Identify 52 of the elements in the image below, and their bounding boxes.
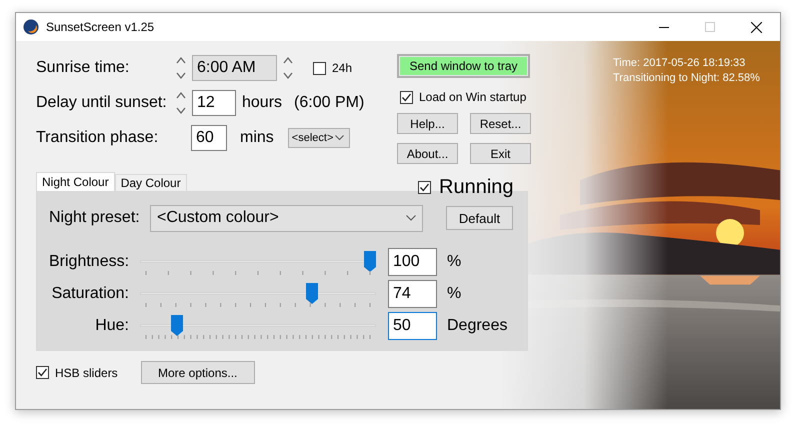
field-label: Delay until sunset: xyxy=(36,94,168,112)
slider-value-field[interactable]: 50 xyxy=(388,312,437,340)
slider-value-field[interactable]: 74 xyxy=(388,280,437,308)
delay-field[interactable]: 12 xyxy=(192,90,236,116)
unit-label: mins xyxy=(240,129,274,147)
spinner-arrows-icon[interactable] xyxy=(176,91,186,115)
send-to-tray-button[interactable]: Send window to tray xyxy=(397,54,530,78)
slider-thumb[interactable] xyxy=(171,315,184,336)
close-icon[interactable] xyxy=(751,22,762,32)
field-label: Transition phase: xyxy=(36,129,160,147)
status-transition: Transitioning to Night: 82.58% xyxy=(613,71,760,86)
checkbox[interactable] xyxy=(400,90,413,104)
chevron-down-icon xyxy=(406,215,416,221)
spinner-arrows-icon[interactable] xyxy=(283,56,293,80)
status-time: Time: 2017-05-26 18:19:33 xyxy=(613,56,746,71)
night-preset-dropdown[interactable]: <Custom colour> xyxy=(150,204,423,232)
unit-label: hours xyxy=(242,94,282,112)
checkbox-label: Load on Win startup xyxy=(419,90,526,104)
action-button[interactable]: Exit xyxy=(470,143,531,164)
transition-field[interactable]: 60 xyxy=(191,125,227,151)
tab[interactable]: Day Colour xyxy=(114,174,187,191)
sunset-time-label: (6:00 PM) xyxy=(294,94,364,112)
maximize-icon xyxy=(705,22,715,32)
preset-dropdown[interactable]: <select> xyxy=(288,128,350,148)
action-button[interactable]: About... xyxy=(397,143,458,164)
default-button[interactable]: Default xyxy=(446,206,513,230)
app-logo-icon xyxy=(23,19,39,35)
field-label: Sunrise time: xyxy=(36,59,130,77)
unit-label: Degrees xyxy=(447,317,508,335)
action-button[interactable]: Reset... xyxy=(470,113,531,134)
checkbox[interactable] xyxy=(313,62,326,74)
checkbox[interactable] xyxy=(418,181,431,194)
checkbox-label: 24h xyxy=(332,61,352,75)
chevron-down-icon xyxy=(334,135,344,141)
sunrise-time-field[interactable]: 6:00 AM xyxy=(192,55,277,81)
slider-thumb[interactable] xyxy=(364,251,376,272)
slider-label: Hue: xyxy=(94,317,129,335)
window-title: SunsetScreen v1.25 xyxy=(46,20,154,34)
checkbox-label: HSB sliders xyxy=(55,366,118,380)
slider-label: Brightness: xyxy=(49,253,129,271)
slider-thumb[interactable] xyxy=(306,283,318,304)
spinner-arrows-icon[interactable] xyxy=(176,56,186,80)
slider-label: Saturation: xyxy=(50,285,129,303)
unit-label: % xyxy=(447,285,462,303)
slider-value-field[interactable]: 100 xyxy=(388,248,437,276)
tab[interactable]: Night Colour xyxy=(36,172,115,191)
field-label: Night preset: xyxy=(49,209,141,227)
unit-label: % xyxy=(447,253,462,271)
running-label: Running xyxy=(439,176,514,199)
checkbox[interactable] xyxy=(36,366,49,379)
more-options-button[interactable]: More options... xyxy=(140,361,255,384)
action-button[interactable]: Help... xyxy=(397,113,458,134)
